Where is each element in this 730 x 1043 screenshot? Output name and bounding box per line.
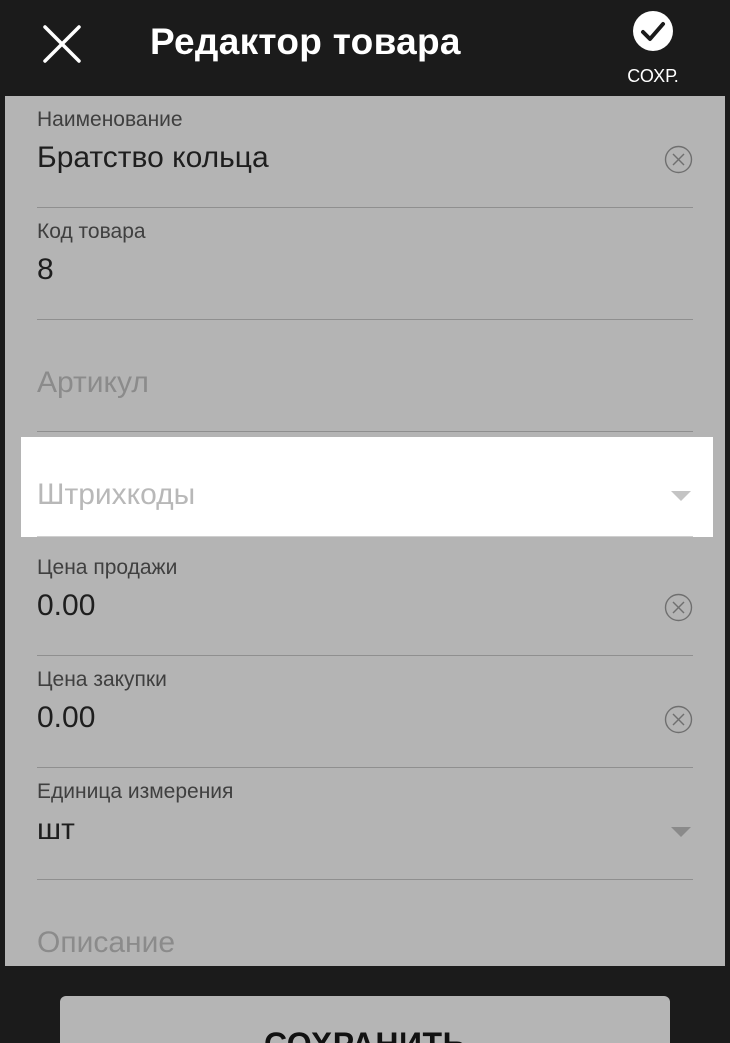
- barcodes-select[interactable]: Штрихкоды: [37, 475, 195, 515]
- product-editor-screen: Редактор товара СОХР. Наименование Братс…: [0, 0, 730, 1043]
- purchase-price-label: Цена закупки: [37, 668, 167, 691]
- toolbar: Редактор товара СОХР.: [0, 0, 730, 96]
- page-title: Редактор товара: [150, 21, 461, 62]
- clear-icon[interactable]: [664, 145, 693, 174]
- article-field[interactable]: Артикул: [37, 320, 693, 432]
- sale-price-input[interactable]: 0.00: [37, 586, 95, 626]
- code-field[interactable]: Код товара 8: [37, 208, 693, 320]
- unit-field[interactable]: Единица измерения шт: [37, 768, 693, 880]
- clear-icon[interactable]: [664, 593, 693, 622]
- code-label: Код товара: [37, 220, 146, 243]
- check-circle-icon: [633, 11, 673, 51]
- purchase-price-field[interactable]: Цена закупки 0.00: [37, 656, 693, 768]
- toolbar-save-button[interactable]: СОХР.: [618, 6, 688, 90]
- article-underline: [37, 431, 693, 432]
- barcodes-field[interactable]: Штрихкоды: [21, 437, 713, 537]
- save-button[interactable]: СОХРАНИТЬ: [60, 996, 670, 1043]
- dropdown-arrow-icon[interactable]: [671, 491, 691, 501]
- purchase-price-input[interactable]: 0.00: [37, 698, 95, 738]
- name-field[interactable]: Наименование Братство кольца: [37, 96, 693, 208]
- toolbar-save-label: СОХР.: [627, 66, 679, 86]
- save-button-label: СОХРАНИТЬ: [60, 1026, 670, 1043]
- sale-price-field[interactable]: Цена продажи 0.00: [37, 544, 693, 656]
- unit-select[interactable]: шт: [37, 810, 75, 850]
- close-button[interactable]: [36, 18, 88, 70]
- close-icon: [43, 25, 81, 63]
- article-input[interactable]: Артикул: [37, 363, 149, 403]
- name-input[interactable]: Братство кольца: [37, 138, 269, 178]
- name-label: Наименование: [37, 108, 183, 131]
- clear-icon[interactable]: [664, 705, 693, 734]
- unit-label: Единица измерения: [37, 780, 234, 803]
- dropdown-arrow-icon[interactable]: [671, 827, 691, 837]
- bottom-bar: СОХРАНИТЬ: [0, 966, 730, 1043]
- barcodes-underline: [37, 536, 693, 537]
- description-field[interactable]: Описание: [37, 880, 693, 966]
- code-input[interactable]: 8: [37, 250, 54, 290]
- sale-price-label: Цена продажи: [37, 556, 178, 579]
- description-input[interactable]: Описание: [37, 923, 175, 963]
